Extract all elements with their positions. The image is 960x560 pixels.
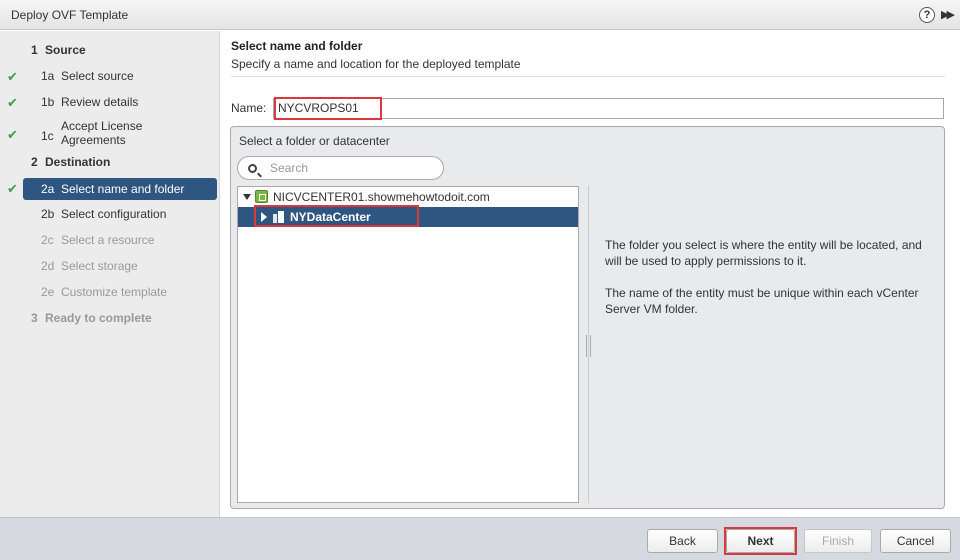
check-icon: ✔: [7, 69, 18, 84]
check-icon: ✔: [7, 95, 18, 110]
step-label: Select storage: [61, 259, 138, 273]
step-number: 1b: [41, 95, 55, 109]
step-number: 1c: [41, 129, 54, 143]
search-input[interactable]: Search: [237, 156, 444, 180]
wizard-footer: Back Next Finish Cancel: [0, 517, 960, 560]
folder-selection-panel: Select a folder or datacenter Search NIC…: [230, 126, 945, 509]
name-label: Name:: [231, 101, 267, 115]
tree-item-label: NICVCENTER01.showmehowtodoit.com: [273, 190, 490, 204]
main-content: Select name and folder Specify a name an…: [221, 31, 960, 517]
step-label: Ready to complete: [45, 311, 152, 325]
step-number: 2e: [41, 285, 55, 299]
step-review-details[interactable]: ✔ 1b Review details: [0, 91, 220, 113]
page-subtitle: Specify a name and location for the depl…: [231, 57, 521, 71]
step-label: Destination: [45, 155, 111, 169]
vcenter-icon: [255, 190, 268, 203]
step-number: 1a: [41, 69, 55, 83]
panel-title: Select a folder or datacenter: [239, 134, 390, 148]
splitter-grip[interactable]: [586, 335, 591, 357]
search-placeholder: Search: [270, 161, 309, 175]
cancel-button[interactable]: Cancel: [880, 529, 951, 553]
step-label: Select source: [61, 69, 134, 83]
folder-tree: NICVCENTER01.showmehowtodoit.com NYDataC…: [237, 186, 579, 503]
step-source: 1 Source: [0, 39, 220, 61]
step-ready-to-complete: 3 Ready to complete: [0, 307, 220, 329]
check-icon: ✔: [7, 181, 18, 196]
step-select-configuration[interactable]: 2b Select configuration: [0, 203, 220, 225]
step-number: 2c: [41, 233, 54, 247]
step-label: Accept License Agreements: [61, 119, 143, 147]
step-select-storage: 2d Select storage: [0, 255, 220, 277]
divider: [231, 76, 945, 77]
next-highlight-box: [724, 527, 797, 555]
expand-arrow-icon[interactable]: [243, 194, 251, 200]
finish-button: Finish: [804, 529, 872, 553]
title-bar: Deploy OVF Template ? ▶▶: [0, 0, 960, 30]
step-accept-license[interactable]: ✔ 1c Accept License Agreements: [0, 117, 220, 151]
info-text-folder: The folder you select is where the entit…: [605, 238, 922, 268]
datacenter-highlight-box: [254, 205, 419, 227]
step-label: Customize template: [61, 285, 168, 299]
step-label: Select name and folder: [61, 182, 185, 196]
step-number: 2: [31, 155, 38, 169]
step-customize-template: 2e Customize template: [0, 281, 220, 303]
step-number: 1: [31, 43, 38, 57]
check-icon: ✔: [7, 127, 18, 142]
step-number: 2d: [41, 259, 55, 273]
page-title: Select name and folder: [231, 39, 363, 53]
step-destination: 2 Destination: [0, 151, 220, 173]
step-select-resource: 2c Select a resource: [0, 229, 220, 251]
step-label: Review details: [61, 95, 139, 109]
step-label: Select a resource: [61, 233, 155, 247]
step-select-name-folder[interactable]: 2a Select name and folder: [23, 178, 217, 200]
collapse-icon[interactable]: ▶▶: [941, 8, 955, 21]
step-number: 2b: [41, 207, 55, 221]
step-number: 2a: [41, 182, 55, 196]
back-button[interactable]: Back: [647, 529, 718, 553]
step-number: 3: [31, 311, 38, 325]
wizard-steps-sidebar: 1 Source ✔ 1a Select source ✔ 1b Review …: [0, 31, 220, 517]
info-text-unique-name: The name of the entity must be unique wi…: [605, 286, 919, 316]
window-title: Deploy OVF Template: [11, 8, 129, 22]
search-icon: [248, 164, 257, 173]
tree-item-vcenter[interactable]: NICVCENTER01.showmehowtodoit.com: [238, 187, 578, 207]
step-label: Select configuration: [61, 207, 167, 221]
help-icon[interactable]: ?: [919, 7, 935, 23]
name-highlight-box: [274, 97, 382, 120]
step-label: Source: [45, 43, 86, 57]
step-select-source[interactable]: ✔ 1a Select source: [0, 65, 220, 87]
